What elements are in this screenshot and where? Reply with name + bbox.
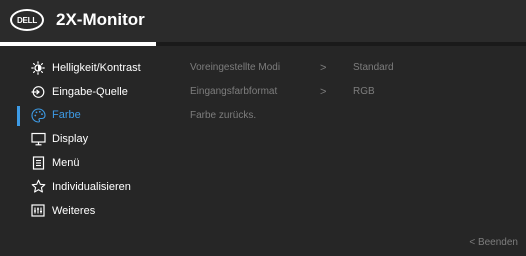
color-palette-icon xyxy=(30,107,46,123)
monitor-osd: DELL 2X-Monitor Helligkeit/Kontrast Eing… xyxy=(0,0,526,256)
active-indicator xyxy=(17,105,20,126)
menu-document-icon xyxy=(30,155,46,171)
sidebar-item-personalize[interactable]: Individualisieren xyxy=(0,175,180,199)
sidebar-item-input-source[interactable]: Eingabe-Quelle xyxy=(0,80,180,104)
chevron-right-icon: > xyxy=(320,62,327,74)
submenu-row-preset-modes[interactable]: Voreingestellte Modi > Standard xyxy=(190,56,510,80)
submenu-row-input-color-format[interactable]: Eingangsfarbformat > RGB xyxy=(190,80,510,104)
submenu-row-reset-color[interactable]: Farbe zurücks. xyxy=(190,104,510,128)
other-settings-icon xyxy=(30,203,46,219)
dell-logo-text: DELL xyxy=(16,15,38,25)
sidebar-item-color[interactable]: Farbe xyxy=(0,104,180,128)
display-monitor-icon xyxy=(30,131,46,147)
sidebar-item-label: Helligkeit/Kontrast xyxy=(52,61,141,74)
input-source-icon xyxy=(30,84,46,100)
dell-logo: DELL xyxy=(10,9,44,31)
menu-progress-bar xyxy=(0,42,526,46)
sidebar-item-display[interactable]: Display xyxy=(0,127,180,151)
brightness-icon xyxy=(30,60,46,76)
submenu-row-value: RGB xyxy=(353,86,375,97)
osd-header: DELL 2X-Monitor xyxy=(0,0,526,42)
sidebar: Helligkeit/Kontrast Eingabe-Quelle Farbe… xyxy=(0,56,180,223)
sidebar-item-label: Individualisieren xyxy=(52,180,131,193)
sidebar-item-label: Menü xyxy=(52,157,80,170)
submenu-row-value: Standard xyxy=(353,62,394,73)
submenu-row-label: Eingangsfarbformat xyxy=(190,86,278,97)
chevron-right-icon: > xyxy=(320,86,327,98)
color-submenu: Voreingestellte Modi > Standard Eingangs… xyxy=(190,56,510,128)
submenu-row-label: Voreingestellte Modi xyxy=(190,62,281,73)
exit-button[interactable]: < Beenden xyxy=(469,236,518,250)
sidebar-item-label: Display xyxy=(52,133,89,146)
sidebar-item-label: Farbe xyxy=(52,109,81,122)
sidebar-item-brightness-contrast[interactable]: Helligkeit/Kontrast xyxy=(0,56,180,80)
star-icon xyxy=(30,179,46,195)
sidebar-item-label: Eingabe-Quelle xyxy=(52,85,128,98)
menu-progress-fill xyxy=(0,42,157,46)
monitor-title: 2X-Monitor xyxy=(56,10,145,29)
sidebar-item-menu[interactable]: Menü xyxy=(0,151,180,175)
submenu-row-label: Farbe zurücks. xyxy=(190,110,257,121)
sidebar-item-label: Weiteres xyxy=(52,204,96,217)
sidebar-item-others[interactable]: Weiteres xyxy=(0,199,180,223)
